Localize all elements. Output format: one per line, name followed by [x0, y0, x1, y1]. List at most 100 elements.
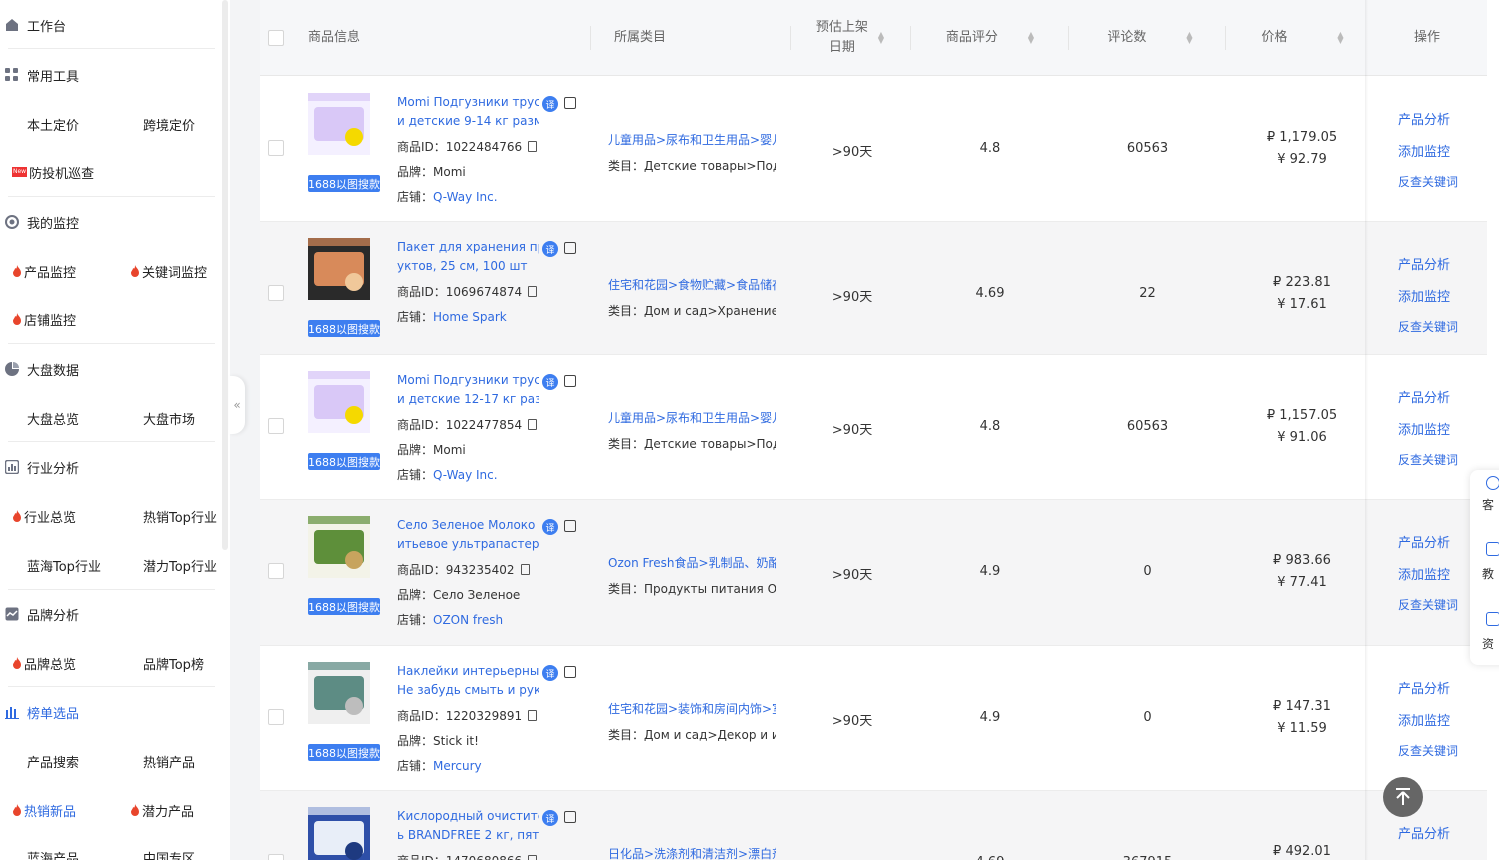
product-image[interactable] [308, 807, 370, 860]
float-tutorial-label[interactable]: 教 [1482, 565, 1494, 582]
sort-icon[interactable]: ▲ ▼ [1186, 31, 1192, 45]
sidebar-item-hot-top-industry[interactable]: 热销Top行业 [143, 504, 217, 528]
translate-icon[interactable]: 译 [542, 241, 558, 257]
sidebar-section-common-tools[interactable]: 常用工具 [0, 60, 79, 90]
search-1688-button[interactable]: 1688以图搜款 [308, 320, 380, 337]
product-analysis-link[interactable]: 产品分析 [1398, 387, 1450, 406]
row-checkbox[interactable] [268, 418, 284, 434]
translate-icon[interactable]: 译 [542, 665, 558, 681]
reverse-keyword-link[interactable]: 反查关键词 [1398, 173, 1458, 190]
sidebar-item-product-monitor[interactable]: 产品监控 [12, 259, 76, 283]
header-rating[interactable]: 商品评分 ▲ ▼ [920, 0, 1060, 76]
reverse-keyword-link[interactable]: 反查关键词 [1398, 451, 1458, 468]
sidebar-item-blue-top-industry[interactable]: 蓝海Top行业 [27, 553, 101, 577]
search-1688-button[interactable]: 1688以图搜款 [308, 175, 380, 192]
product-title-link[interactable]: Momi Подгузники трусики детские 12-17 кг… [397, 371, 539, 409]
category-cn-link[interactable]: 儿童用品>尿布和卫生用品>婴儿 [608, 409, 776, 426]
copy-icon[interactable] [528, 855, 538, 860]
search-1688-button[interactable]: 1688以图搜款 [308, 453, 380, 470]
external-link-icon[interactable] [564, 811, 576, 823]
external-link-icon[interactable] [564, 242, 576, 254]
reverse-keyword-link[interactable]: 反查关键词 [1398, 318, 1458, 335]
product-analysis-link[interactable]: 产品分析 [1398, 109, 1450, 128]
sidebar-item-china-zone[interactable]: 中国专区 [143, 845, 195, 860]
sidebar-item-potential-products[interactable]: 潜力产品 [130, 798, 194, 822]
copy-icon[interactable] [520, 564, 530, 575]
shop-link[interactable]: Q-Way Inc. [433, 190, 498, 204]
shop-link[interactable]: Mercury [433, 759, 482, 773]
sort-icon[interactable]: ▲ ▼ [1028, 31, 1034, 45]
sidebar-item-keyword-monitor[interactable]: 关键词监控 [130, 259, 207, 283]
sidebar-item-shop-monitor[interactable]: 店铺监控 [12, 307, 76, 331]
row-checkbox[interactable] [268, 563, 284, 579]
add-monitor-link[interactable]: 添加监控 [1398, 286, 1450, 305]
row-checkbox[interactable] [268, 854, 284, 860]
select-all-checkbox[interactable] [268, 30, 284, 46]
add-monitor-link[interactable]: 添加监控 [1398, 141, 1450, 160]
category-cn-link[interactable]: 儿童用品>尿布和卫生用品>婴儿 [608, 131, 776, 148]
sort-icon[interactable]: ▲ ▼ [1337, 31, 1343, 45]
sidebar-item-workbench[interactable]: 工作台 [0, 10, 66, 40]
sidebar-item-potential-top-industry[interactable]: 潜力Top行业 [143, 553, 217, 577]
search-1688-button[interactable]: 1688以图搜款 [308, 744, 380, 761]
shop-link[interactable]: OZON fresh [433, 613, 503, 627]
translate-icon[interactable]: 译 [542, 96, 558, 112]
sort-icon[interactable]: ▲ ▼ [878, 31, 884, 45]
product-title-link[interactable]: Кислородный очистител ь BRANDFREE 2 кг, п… [397, 807, 539, 845]
add-monitor-link[interactable]: 添加监控 [1398, 710, 1450, 729]
sidebar-item-market-overview[interactable]: 大盘总览 [27, 406, 79, 430]
shop-link[interactable]: Q-Way Inc. [433, 468, 498, 482]
header-reviews[interactable]: 评论数 ▲ ▼ [1080, 0, 1220, 76]
headset-icon[interactable] [1486, 476, 1499, 490]
sidebar-item-brand-top[interactable]: 品牌Top榜 [143, 651, 204, 675]
sidebar-scrollbar[interactable] [222, 0, 228, 550]
sidebar-item-market-market[interactable]: 大盘市场 [143, 406, 195, 430]
sidebar-section-ranking-selection[interactable]: 榜单选品 [0, 697, 79, 727]
copy-icon[interactable] [528, 286, 538, 297]
sidebar-item-cross-pricing[interactable]: 跨境定价 [143, 112, 195, 136]
add-monitor-link[interactable]: 添加监控 [1398, 419, 1450, 438]
sidebar-item-anti-follow[interactable]: New 防投机巡查 [12, 160, 94, 184]
sidebar-item-local-pricing[interactable]: 本土定价 [27, 112, 79, 136]
product-analysis-link[interactable]: 产品分析 [1398, 532, 1450, 551]
search-1688-button[interactable]: 1688以图搜款 [308, 598, 380, 615]
copy-icon[interactable] [528, 710, 538, 721]
translate-icon[interactable]: 译 [542, 519, 558, 535]
reverse-keyword-link[interactable]: 反查关键词 [1398, 742, 1458, 759]
external-link-icon[interactable] [564, 97, 576, 109]
shop-link[interactable]: Home Spark [433, 310, 507, 324]
row-checkbox[interactable] [268, 285, 284, 301]
product-analysis-link[interactable]: 产品分析 [1398, 823, 1450, 842]
category-cn-link[interactable]: 住宅和花园>食物贮藏>食品储存 [608, 276, 776, 293]
sidebar-item-hot-new[interactable]: 热销新品 [12, 798, 76, 822]
back-to-top-button[interactable] [1383, 777, 1423, 817]
sidebar-section-market-data[interactable]: 大盘数据 [0, 354, 79, 384]
product-image[interactable] [308, 371, 370, 433]
header-listing-date[interactable]: 预估上架 日期 ▲ ▼ [790, 0, 910, 76]
row-checkbox[interactable] [268, 140, 284, 156]
video-icon[interactable] [1486, 542, 1499, 556]
product-image[interactable] [308, 516, 370, 578]
document-icon[interactable] [1486, 612, 1499, 626]
product-title-link[interactable]: Momi Подгузники трусики детские 9-14 кг … [397, 93, 539, 131]
sidebar-section-industry-analysis[interactable]: 行业分析 [0, 452, 79, 482]
product-title-link[interactable]: Село Зеленое Молоко п итьевое ультрапасте… [397, 516, 539, 554]
row-checkbox[interactable] [268, 709, 284, 725]
sidebar-item-product-search[interactable]: 产品搜索 [27, 749, 79, 773]
sidebar-item-brand-overview[interactable]: 品牌总览 [12, 651, 76, 675]
category-cn-link[interactable]: 日化品>洗涤剂和清洁剂>漂白剂 [608, 845, 776, 860]
external-link-icon[interactable] [564, 520, 576, 532]
product-analysis-link[interactable]: 产品分析 [1398, 254, 1450, 273]
sidebar-section-my-monitor[interactable]: 我的监控 [0, 207, 79, 237]
product-image[interactable] [308, 93, 370, 155]
product-title-link[interactable]: Пакет для хранения продуктов, 25 см, 100… [397, 238, 539, 276]
product-title-link[interactable]: Наклейки интерьерные Не забудь смыть и ру… [397, 662, 539, 700]
translate-icon[interactable]: 译 [542, 374, 558, 390]
category-cn-link[interactable]: 住宅和花园>装饰和房间内饰>室 [608, 700, 776, 717]
product-analysis-link[interactable]: 产品分析 [1398, 678, 1450, 697]
category-cn-link[interactable]: Ozon Fresh食品>乳制品、奶酪和 [608, 554, 776, 571]
external-link-icon[interactable] [564, 375, 576, 387]
float-service-label[interactable]: 客 [1482, 496, 1494, 513]
translate-icon[interactable]: 译 [542, 810, 558, 826]
float-resource-label[interactable]: 资 [1482, 635, 1494, 652]
